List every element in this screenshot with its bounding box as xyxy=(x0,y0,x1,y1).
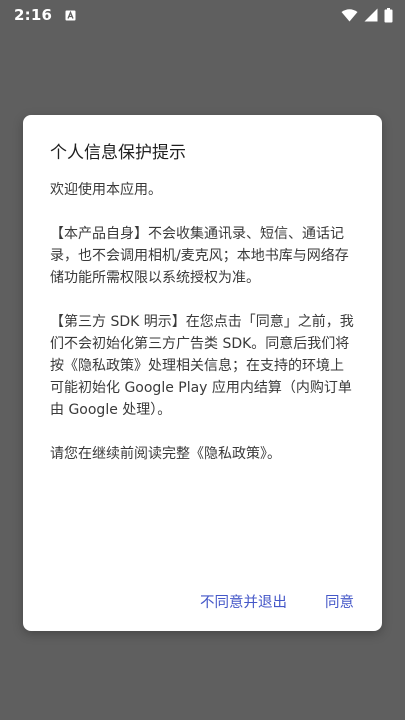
wifi-icon xyxy=(341,8,358,22)
dialog-paragraph-policy: 请您在继续前阅读完整《隐私政策》。 xyxy=(50,446,281,462)
dialog-actions: 不同意并退出 同意 xyxy=(200,591,354,612)
signal-icon xyxy=(364,8,378,22)
battery-icon xyxy=(384,7,393,23)
privacy-dialog: 个人信息保护提示 欢迎使用本应用。 【本产品自身】不会收集通讯录、短信、通话记录… xyxy=(23,115,382,631)
dialog-paragraph-welcome: 欢迎使用本应用。 xyxy=(50,182,162,198)
dialog-title: 个人信息保护提示 xyxy=(50,143,186,163)
dialog-body: 欢迎使用本应用。 【本产品自身】不会收集通讯录、短信、通话记录，也不会调用相机/… xyxy=(50,179,355,487)
status-time: 2:16 xyxy=(14,6,53,24)
dialog-paragraph-product: 【本产品自身】不会收集通讯录、短信、通话记录，也不会调用相机/麦克风；本地书库与… xyxy=(50,226,349,286)
status-bar: 2:16 xyxy=(0,0,405,30)
decline-exit-button[interactable]: 不同意并退出 xyxy=(200,591,287,612)
agree-button[interactable]: 同意 xyxy=(325,591,354,612)
a-box-icon xyxy=(64,9,76,21)
dialog-paragraph-sdk: 【第三方 SDK 明示】在您点击「同意」之前，我们不会初始化第三方广告类 SDK… xyxy=(50,314,354,418)
status-icons xyxy=(341,7,393,23)
